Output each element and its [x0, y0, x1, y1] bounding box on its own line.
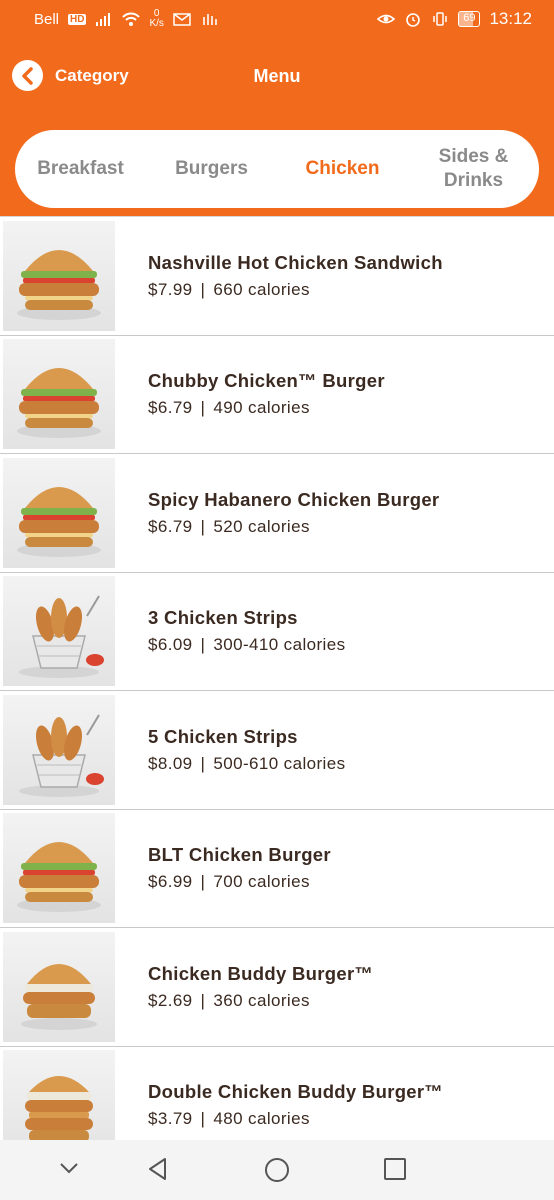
item-calories: 490 calories: [213, 398, 310, 418]
meta-divider: |: [200, 516, 206, 536]
clock: 13:12: [489, 9, 532, 28]
item-name: Spicy Habanero Chicken Burger: [148, 488, 440, 510]
menu-item[interactable]: 3 Chicken Strips $6.09 | 300-410 calories: [0, 572, 554, 691]
category-tabs: Breakfast Burgers Chicken Sides & Drinks: [15, 130, 539, 208]
item-name: Chicken Buddy Burger™: [148, 962, 374, 984]
item-price: $6.99: [148, 872, 193, 892]
item-meta: $3.79 | 480 calories: [148, 1109, 443, 1129]
item-price: $3.79: [148, 1109, 193, 1129]
item-calories: 300-410 calories: [213, 635, 346, 655]
meta-divider: |: [200, 1109, 206, 1129]
home-circle-icon[interactable]: [264, 1157, 290, 1188]
menu-list[interactable]: Nashville Hot Chicken Sandwich $7.99 | 660 …: [0, 216, 554, 1140]
status-bar: Bell HD 0 K/s 69 13:12: [0, 0, 554, 38]
item-text: 3 Chicken Strips $6.09 | 300-410 calories: [148, 607, 345, 655]
meta-divider: |: [200, 635, 206, 655]
battery-icon: 69: [458, 11, 481, 27]
item-name: 3 Chicken Strips: [148, 607, 298, 629]
item-text: Double Chicken Buddy Burger™ $3.79 | 480 ca…: [148, 1081, 443, 1129]
alarm-icon: [406, 13, 421, 27]
chicken-strips-image: [3, 576, 115, 687]
carrier-label: Bell: [34, 10, 60, 28]
speed-unit: K/s: [149, 18, 164, 29]
signal-icon: [96, 13, 111, 26]
battery-level: 69: [463, 12, 476, 24]
meta-divider: |: [200, 872, 206, 892]
menu-item[interactable]: Chicken Buddy Burger™ $2.69 | 360 calories: [0, 928, 554, 1047]
meta-divider: |: [200, 753, 206, 773]
item-text: Spicy Habanero Chicken Burger $6.79 | 520 c…: [148, 489, 439, 537]
item-price: $6.09: [148, 635, 193, 655]
chicken-strips-image: [3, 694, 115, 805]
tab-sides-drinks[interactable]: Sides & Drinks: [408, 145, 539, 193]
chicken-burger-image: [3, 813, 115, 924]
wifi-icon: [122, 12, 141, 26]
system-nav-bar: [0, 1140, 554, 1200]
tab-label: Sides & Drinks: [438, 146, 509, 191]
item-name: 5 Chicken Strips: [148, 725, 298, 747]
item-calories: 480 calories: [213, 1109, 310, 1129]
back-triangle-icon[interactable]: [146, 1157, 170, 1186]
meta-divider: |: [200, 990, 206, 1010]
item-name: Nashville Hot Chicken Sandwich: [148, 251, 443, 273]
recents-square-icon[interactable]: [383, 1157, 407, 1186]
menu-item[interactable]: Nashville Hot Chicken Sandwich $7.99 | 660 …: [0, 217, 554, 336]
eye-icon: [377, 14, 396, 24]
item-name: Double Chicken Buddy Burger™: [148, 1081, 444, 1103]
tab-label: Breakfast: [37, 158, 124, 179]
item-calories: 700 calories: [213, 872, 310, 892]
page-title: Menu: [253, 66, 301, 86]
chevron-down-icon[interactable]: [58, 1157, 80, 1184]
status-right: 69 13:12: [377, 9, 532, 29]
vibrate-icon: [433, 12, 447, 26]
app-header: Category Menu Breakfast Burgers Chicken Sid…: [0, 38, 554, 216]
meta-divider: |: [200, 279, 206, 299]
item-name: Chubby Chicken™ Burger: [148, 370, 385, 392]
small-burger-image: [3, 931, 115, 1042]
menu-item[interactable]: 5 Chicken Strips $8.09 | 500-610 calories: [0, 691, 554, 810]
item-meta: $7.99 | 660 calories: [148, 280, 443, 300]
item-meta: $2.69 | 360 calories: [148, 991, 373, 1011]
item-text: Nashville Hot Chicken Sandwich $7.99 | 660 …: [148, 252, 443, 300]
item-name: BLT Chicken Burger: [148, 844, 331, 866]
item-text: Chicken Buddy Burger™ $2.69 | 360 calories: [148, 963, 373, 1011]
outlook-icon: [173, 13, 191, 26]
network-speed: 0 K/s: [149, 9, 163, 29]
item-price: $2.69: [148, 990, 193, 1010]
item-calories: 660 calories: [213, 279, 310, 299]
item-price: $8.09: [148, 753, 193, 773]
item-meta: $6.99 | 700 calories: [148, 872, 331, 892]
menu-item[interactable]: Double Chicken Buddy Burger™ $3.79 | 480 ca…: [0, 1046, 554, 1140]
tab-breakfast[interactable]: Breakfast: [15, 157, 146, 181]
item-meta: $8.09 | 500-610 calories: [148, 754, 345, 774]
double-burger-image: [3, 1050, 115, 1140]
item-calories: 360 calories: [213, 990, 310, 1010]
item-text: Chubby Chicken™ Burger $6.79 | 490 calories: [148, 370, 385, 418]
item-text: 5 Chicken Strips $8.09 | 500-610 calories: [148, 726, 345, 774]
gesture-icon: [203, 14, 217, 25]
chicken-burger-image: [3, 339, 115, 450]
hd-badge: HD: [68, 13, 87, 25]
item-calories: 500-610 calories: [213, 753, 346, 773]
item-calories: 520 calories: [213, 516, 310, 536]
tab-burgers[interactable]: Burgers: [146, 157, 277, 181]
item-price: $6.79: [148, 398, 193, 418]
tab-label: Burgers: [175, 158, 248, 179]
item-text: BLT Chicken Burger $6.99 | 700 calories: [148, 844, 331, 892]
tab-chicken[interactable]: Chicken: [277, 157, 408, 181]
menu-item[interactable]: Spicy Habanero Chicken Burger $6.79 | 520 c…: [0, 454, 554, 573]
chicken-sandwich-image: [3, 220, 115, 331]
item-meta: $6.09 | 300-410 calories: [148, 635, 345, 655]
tab-label: Chicken: [305, 158, 380, 179]
status-left: Bell HD 0 K/s: [34, 9, 218, 29]
meta-divider: |: [200, 398, 206, 418]
chicken-burger-image: [3, 457, 115, 568]
item-meta: $6.79 | 520 calories: [148, 517, 439, 537]
menu-item[interactable]: Chubby Chicken™ Burger $6.79 | 490 calories: [0, 335, 554, 454]
item-price: $7.99: [148, 279, 193, 299]
item-meta: $6.79 | 490 calories: [148, 398, 385, 418]
menu-item[interactable]: BLT Chicken Burger $6.99 | 700 calories: [0, 809, 554, 928]
item-price: $6.79: [148, 516, 193, 536]
